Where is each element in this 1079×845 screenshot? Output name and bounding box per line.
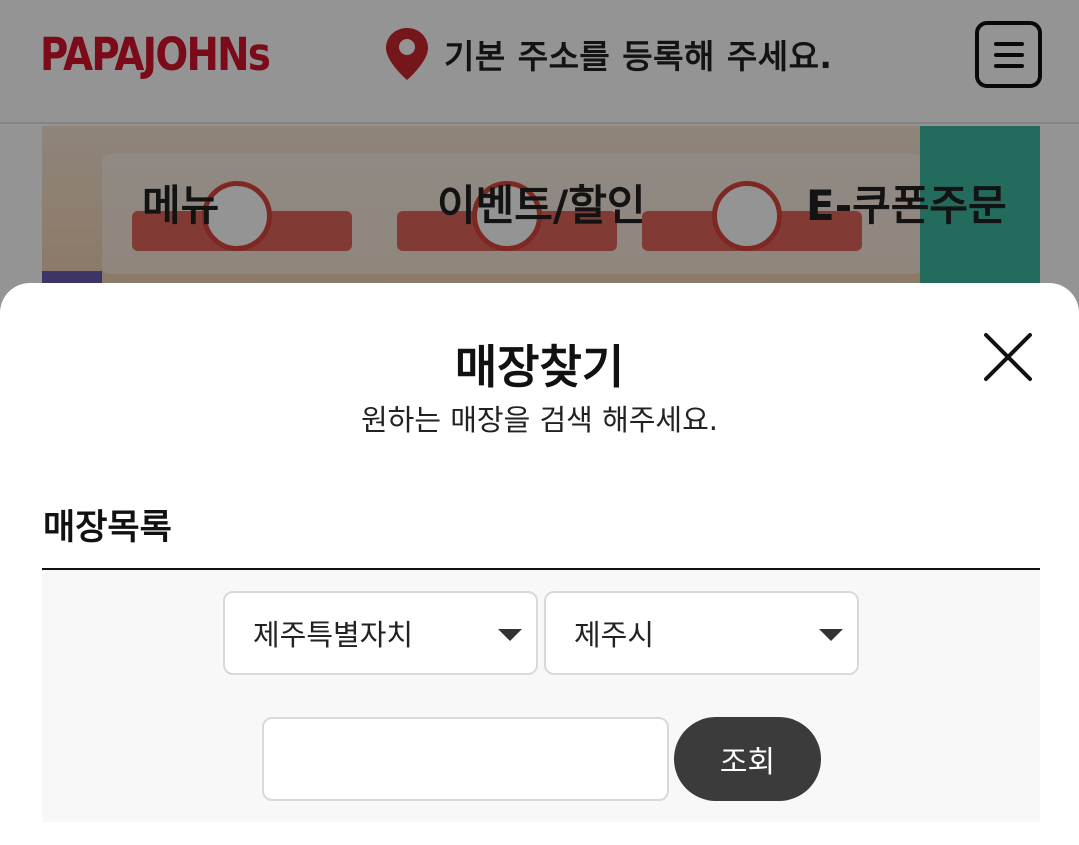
city-select[interactable]: 제주시	[544, 591, 859, 675]
region-select[interactable]: 제주특별자치	[223, 591, 538, 675]
chevron-down-icon	[498, 629, 522, 641]
city-select-value: 제주시	[574, 618, 655, 652]
store-filter-panel: 제주특별자치 제주시 조회	[42, 570, 1040, 822]
close-icon[interactable]	[980, 329, 1036, 385]
chevron-down-icon	[819, 629, 843, 641]
store-search-input[interactable]	[262, 717, 669, 801]
modal-subtitle: 원하는 매장을 검색 해주세요.	[360, 403, 719, 437]
region-select-value: 제주특별자치	[253, 618, 414, 652]
store-list-heading: 매장목록	[43, 508, 172, 548]
search-button[interactable]: 조회	[674, 717, 821, 801]
modal-title: 매장찾기	[454, 340, 625, 394]
store-finder-modal: 매장찾기 원하는 매장을 검색 해주세요. 매장목록 제주특별자치 제주시 조회	[0, 283, 1079, 845]
